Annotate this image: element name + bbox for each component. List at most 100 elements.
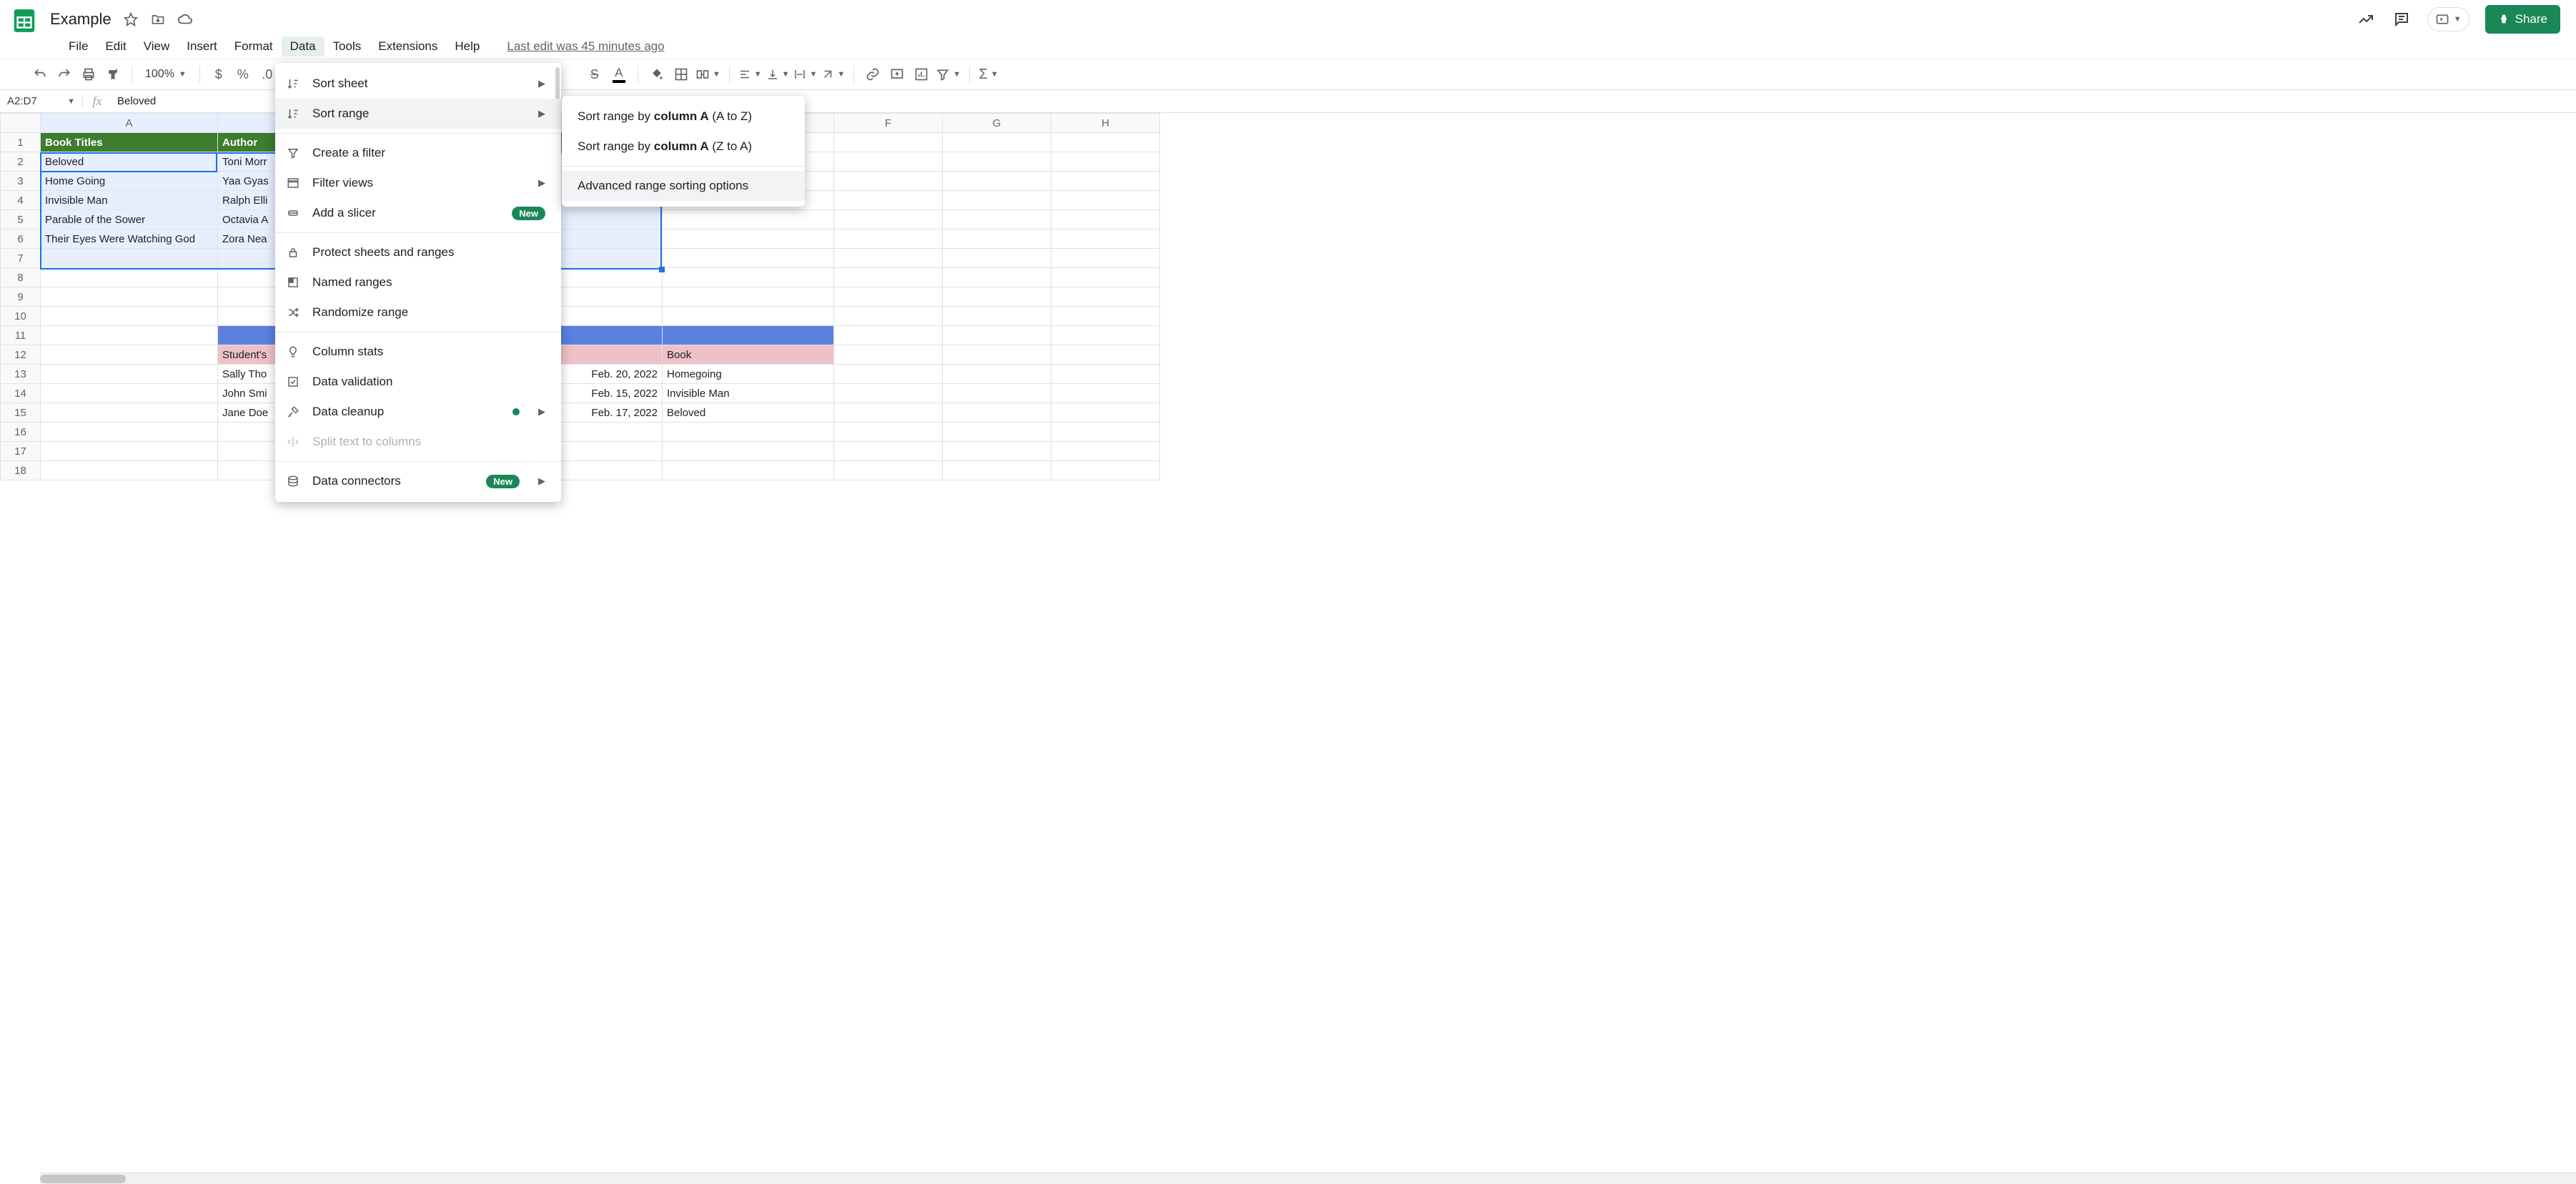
menu-add-slicer[interactable]: Add a slicer New [275,198,561,228]
fill-color-icon[interactable] [647,64,667,84]
menu-extensions[interactable]: Extensions [370,36,446,56]
row-header[interactable]: 12 [1,345,41,365]
star-icon[interactable] [123,11,139,27]
cell[interactable]: Beloved [663,403,834,423]
menu-filter-views[interactable]: Filter views ▶ [275,168,561,198]
present-button[interactable]: ▼ [2427,7,2470,31]
merge-cells-icon[interactable]: ▼ [695,64,720,84]
menu-sort-range[interactable]: Sort range ▶ [275,99,561,129]
menu-format[interactable]: Format [226,36,282,56]
row-header[interactable]: 14 [1,384,41,403]
redo-icon[interactable] [54,64,74,84]
select-all-corner[interactable] [1,114,41,133]
cell[interactable] [943,268,1051,287]
col-header[interactable]: A [41,114,218,133]
format-currency-icon[interactable]: $ [209,64,229,84]
cell[interactable]: Beloved [41,152,218,172]
cell[interactable] [943,345,1051,365]
menu-data-validation[interactable]: Data validation [275,367,561,397]
row-header[interactable]: 16 [1,423,41,442]
row-header[interactable]: 9 [1,287,41,307]
menu-data[interactable]: Data [282,36,325,56]
col-header[interactable]: F [834,114,943,133]
cell[interactable] [834,249,943,268]
row-header[interactable]: 18 [1,461,41,480]
cell[interactable] [1051,307,1160,326]
cell[interactable] [41,249,218,268]
cell[interactable]: Homegoing [663,365,834,384]
cell[interactable] [943,326,1051,345]
print-icon[interactable] [79,64,99,84]
cell[interactable] [834,172,943,191]
cell[interactable] [1051,326,1160,345]
menu-edit[interactable]: Edit [96,36,134,56]
row-header[interactable]: 7 [1,249,41,268]
row-header[interactable]: 4 [1,191,41,210]
cell[interactable] [943,461,1051,480]
menu-insert[interactable]: Insert [178,36,226,56]
menu-sort-sheet[interactable]: Sort sheet ▶ [275,69,561,99]
cell[interactable] [943,307,1051,326]
cell[interactable] [943,191,1051,210]
row-header[interactable]: 15 [1,403,41,423]
cell[interactable] [41,307,218,326]
row-header[interactable]: 6 [1,230,41,249]
cell[interactable]: Home Going [41,172,218,191]
horizontal-align-icon[interactable]: ▼ [738,64,762,84]
cell[interactable] [834,384,943,403]
filter-icon[interactable]: ▼ [936,64,961,84]
col-header[interactable]: H [1051,114,1160,133]
cell[interactable] [834,230,943,249]
cell[interactable] [1051,133,1160,152]
cell[interactable] [943,152,1051,172]
menu-create-filter[interactable]: Create a filter [275,138,561,168]
undo-icon[interactable] [30,64,50,84]
menu-help[interactable]: Help [446,36,488,56]
row-header[interactable]: 8 [1,268,41,287]
cell[interactable] [41,287,218,307]
sheets-logo[interactable] [10,6,39,35]
cloud-status-icon[interactable] [177,11,193,27]
insert-comment-icon[interactable] [887,64,907,84]
name-box[interactable]: A2:D7 ▼ [0,95,83,107]
row-header[interactable]: 10 [1,307,41,326]
row-header[interactable]: 5 [1,210,41,230]
row-header[interactable]: 11 [1,326,41,345]
text-color-icon[interactable]: A [609,64,629,84]
cell[interactable] [663,230,834,249]
cell[interactable] [663,268,834,287]
cell[interactable] [1051,152,1160,172]
selection-handle[interactable] [659,267,665,272]
cell[interactable] [834,268,943,287]
cell[interactable] [663,423,834,442]
formula-input[interactable]: Beloved [112,95,156,107]
cell[interactable]: Invisible Man [41,191,218,210]
cell[interactable] [41,442,218,461]
cell[interactable] [41,384,218,403]
cell[interactable] [834,133,943,152]
menu-randomize-range[interactable]: Randomize range [275,297,561,327]
cell[interactable]: Invisible Man [663,384,834,403]
last-edit-link[interactable]: Last edit was 45 minutes ago [507,39,664,54]
menu-named-ranges[interactable]: Named ranges [275,267,561,297]
text-rotation-icon[interactable]: ▼ [821,64,845,84]
cell[interactable] [834,210,943,230]
format-percent-icon[interactable]: % [233,64,253,84]
cell[interactable] [41,326,218,345]
cell[interactable] [1051,210,1160,230]
cell[interactable] [41,365,218,384]
cell[interactable] [943,384,1051,403]
cell[interactable] [41,345,218,365]
cell[interactable] [834,345,943,365]
sort-range-za[interactable]: Sort range by column A (Z to A) [562,132,805,162]
cell[interactable] [1051,442,1160,461]
cell[interactable] [1051,384,1160,403]
cell[interactable]: Parable of the Sower [41,210,218,230]
cell[interactable] [1051,230,1160,249]
decrease-decimal-icon[interactable]: .0 [257,64,277,84]
cell[interactable] [1051,461,1160,480]
menu-data-connectors[interactable]: Data connectors New ▶ [275,466,561,496]
cell[interactable] [1051,287,1160,307]
cell[interactable] [943,210,1051,230]
cell[interactable] [41,461,218,480]
